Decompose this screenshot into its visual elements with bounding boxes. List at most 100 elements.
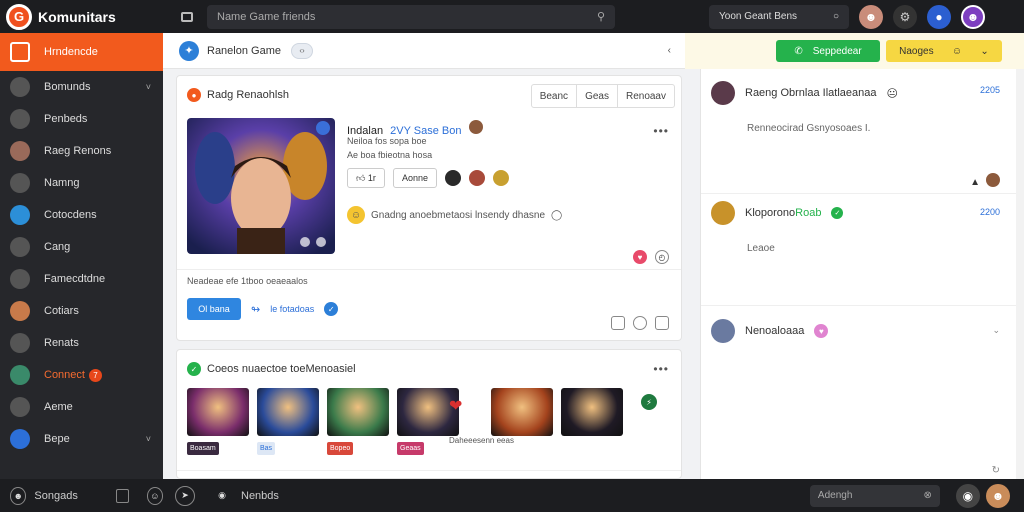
primary-action-button[interactable]: Ol bana (187, 298, 241, 320)
user-icon[interactable]: ☻ (10, 486, 27, 505)
window-icon[interactable] (181, 11, 193, 22)
post-menu-icon[interactable]: ••• (653, 124, 669, 138)
action-button[interactable]: Aonne (392, 168, 437, 188)
chevron-down-icon[interactable]: ⌄ (992, 325, 1000, 336)
collection-thumbs: Boasam Bas Bopeo Geaas (187, 388, 631, 455)
user-avatar-icon[interactable]: ☻ (985, 483, 1010, 508)
user-avatar-icon[interactable]: ☻ (859, 4, 883, 29)
more-icon[interactable] (655, 316, 669, 330)
heart-icon[interactable]: ❤ (449, 396, 462, 416)
tab-1[interactable]: Geas (576, 85, 617, 107)
search-input[interactable]: Name Game friends ⚲ (207, 4, 615, 29)
collection-item-label: Bas (257, 442, 276, 455)
reply-icon[interactable]: ◯ (551, 210, 562, 221)
sidebar-item-label: Cotocdens (44, 209, 97, 221)
brand[interactable]: G Komunitars (0, 3, 163, 30)
monitor-icon (10, 269, 30, 289)
collection-item[interactable]: Bopeo (327, 388, 389, 455)
avatar[interactable] (444, 170, 461, 186)
sidebar-item-10[interactable]: Connect 7 (0, 359, 163, 391)
community-icon (10, 77, 30, 97)
sidebar-item-5[interactable]: Cotocdens (0, 199, 163, 231)
clock-icon[interactable]: ◴ (655, 250, 669, 264)
collection-title: Coeos nuaectoe toeMenoasiel (207, 363, 356, 375)
avatar[interactable] (711, 319, 735, 343)
chat-bubble-icon[interactable]: ◉ (213, 487, 231, 505)
reaction-icon[interactable]: ▲ (970, 177, 980, 188)
chevron-left-icon[interactable]: ‹ (668, 45, 671, 56)
collection-item-image[interactable] (327, 388, 389, 436)
avatar[interactable] (711, 201, 735, 225)
scrollbar[interactable] (1016, 69, 1024, 479)
sidebar-item-3[interactable]: Raeg Renons (0, 135, 163, 167)
close-icon[interactable]: ⊗ (924, 490, 932, 501)
sidebar-item-8[interactable]: Cotiars (0, 295, 163, 327)
author-avatar-icon[interactable] (468, 120, 483, 134)
tab-2[interactable]: Renoaav (616, 85, 674, 107)
refresh-icon[interactable]: ↻ (992, 465, 1000, 476)
collection-item-image[interactable] (561, 388, 623, 436)
sidebar-item-0[interactable]: Hrndencde (0, 33, 163, 71)
tab-0[interactable]: Beanc (532, 85, 576, 107)
support-button[interactable]: ✆ Seppedear (776, 40, 880, 62)
post-header: ● Radg Renaohlsh (187, 88, 289, 102)
cloud-icon (10, 397, 30, 417)
secondary-search[interactable]: Yoon Geant Bens ○ (709, 4, 849, 29)
comment-icon[interactable] (611, 316, 625, 330)
messages-button[interactable]: Naoges ☺ ⌄ (886, 40, 1002, 62)
collection-menu-icon[interactable]: ••• (653, 362, 669, 376)
sidebar-item-9[interactable]: Renats (0, 327, 163, 359)
chart-icon (10, 173, 30, 193)
emoji-icon[interactable]: ☺ (146, 486, 164, 505)
settings-gear-icon[interactable]: ⚙ (893, 4, 917, 29)
bottom-left-label[interactable]: Songads (34, 490, 77, 502)
chat-message-header[interactable]: Raeng Obrnlaa Ilatlaeanaa 😐︎ (711, 81, 898, 105)
record-icon[interactable]: ◉ (955, 483, 980, 508)
avatar[interactable] (468, 170, 485, 186)
action-link[interactable]: le fotadoas (270, 304, 314, 314)
bottom-mid-label[interactable]: Nenbds (241, 490, 279, 502)
compass-icon[interactable]: ➤ (175, 485, 195, 506)
chevron-down-icon[interactable]: ˅ (146, 82, 151, 92)
heart-badge-icon: ♥ (814, 324, 829, 338)
grid-icon[interactable] (115, 488, 129, 503)
sidebar-item-4[interactable]: Namng (0, 167, 163, 199)
chevron-down-icon[interactable]: ˅ (146, 434, 151, 444)
collection-card: ✓ Coeos nuaectoe toeMenoasiel ••• Boasam… (176, 349, 682, 479)
sidebar-item-label: Renats (44, 337, 79, 349)
search-icon[interactable]: ⚲ (597, 10, 605, 23)
collection-item[interactable] (561, 388, 623, 455)
profile-avatar-icon[interactable]: ☻ (961, 4, 985, 29)
bolt-icon[interactable]: ⚡︎ (641, 394, 657, 410)
info-icon[interactable] (633, 316, 647, 330)
chat-message-header[interactable]: KloporonoRoab ✓ (711, 201, 844, 225)
image-icon (10, 429, 30, 449)
chat-message-header[interactable]: Nenoaloaaa ♥ (711, 319, 829, 343)
collection-item-image[interactable] (257, 388, 319, 436)
game-artwork[interactable] (187, 118, 335, 254)
sidebar-item-7[interactable]: Famecdtdne (0, 263, 163, 295)
avatar[interactable] (711, 81, 735, 105)
like-button[interactable]: 👍︎ 1r (347, 168, 385, 188)
bottom-search-input[interactable]: Adengh ⊗ (809, 484, 940, 507)
sidebar-item-label: Connect (44, 369, 85, 381)
sidebar-item-2[interactable]: Penbeds (0, 103, 163, 135)
smile-emoji-icon: ☺ (347, 206, 365, 224)
collection-item-image[interactable] (491, 388, 553, 436)
collection-item[interactable]: Boasam (187, 388, 249, 455)
sidebar-item-6[interactable]: Cang (0, 231, 163, 263)
sidebar-item-11[interactable]: Aeme (0, 391, 163, 423)
collection-item-image[interactable] (187, 388, 249, 436)
sidebar-item-1[interactable]: Bomunds ˅ (0, 71, 163, 103)
avatar[interactable] (492, 170, 509, 186)
chat-sender-name: KloporonoRoab (745, 207, 821, 219)
avatar[interactable] (986, 173, 1000, 187)
circle-icon[interactable]: ○ (833, 11, 839, 22)
nav-pill[interactable]: ‹› (291, 42, 313, 59)
divider (701, 193, 1024, 194)
sidebar-item-12[interactable]: Bepe ˅ (0, 423, 163, 455)
heart-icon[interactable]: ♥ (633, 250, 647, 264)
post-subtitle-2: Ae boa fbieotna hosa (347, 150, 433, 160)
notification-icon[interactable]: ● (927, 4, 951, 29)
collection-item[interactable]: Bas (257, 388, 319, 455)
